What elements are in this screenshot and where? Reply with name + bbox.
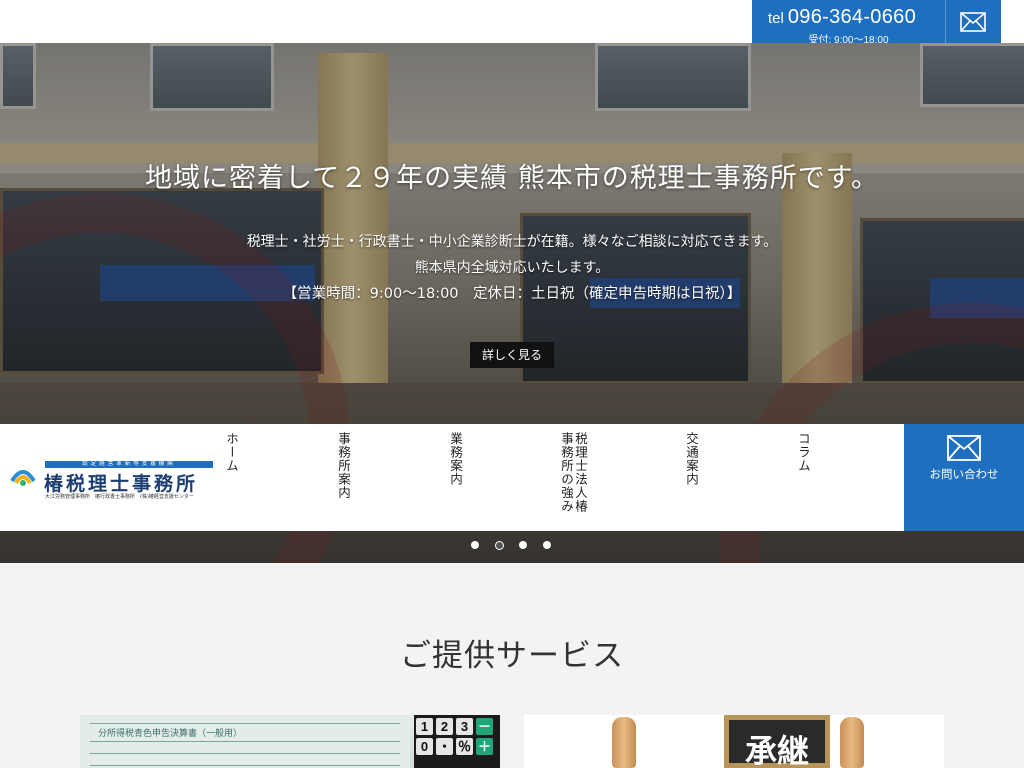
header-mail-button[interactable] [945, 0, 1001, 49]
service-card-succession[interactable]: 承継 [524, 715, 944, 768]
nav-item-access[interactable]: 交通案内 [684, 432, 699, 486]
services-heading: ご提供サービス [400, 638, 624, 674]
logo-mark-icon [10, 470, 36, 486]
calc-key: ＋ [476, 738, 493, 755]
calc-key: 1 [416, 718, 433, 735]
hero-text-line: 税理士・社労士・行政書士・中小企業診断士が在籍。様々なご相談に対応できます。 [246, 234, 778, 250]
main-nav: 認定経営革新等支援機関 椿税理士事務所 大江労務管理事務所 椿行政書士事務所 (… [0, 424, 1024, 531]
hero-title: 地域に密着して２９年の実績 熊本市の税理士事務所です。 [144, 163, 880, 194]
slider-dot[interactable] [519, 541, 527, 549]
calc-key: 2 [436, 718, 453, 735]
mail-icon [947, 435, 981, 461]
tax-form-image: 分所得税青色申告決算書（一般用） [80, 715, 410, 768]
service-card-tax-return[interactable]: 分所得税青色申告決算書（一般用） 1 2 3 － 0 ・ ％ ＋ [80, 715, 500, 768]
wooden-figure-image [612, 717, 636, 768]
calc-key: ・ [436, 738, 453, 755]
tel-number[interactable]: 096-364-0660 [788, 6, 916, 28]
form-rule [90, 753, 400, 754]
logo-subsidiaries: 大江労務管理事務所 椿行政書士事務所 (株)椿経営支援センター [45, 494, 194, 500]
logo-certification-band: 認定経営革新等支援機関 [45, 461, 213, 468]
form-rule [90, 741, 400, 742]
nav-item-office[interactable]: 事務所案内 [336, 432, 351, 500]
calculator-image: 1 2 3 － 0 ・ ％ ＋ [414, 715, 500, 768]
tel-contact-box[interactable]: tel 096-364-0660 受付: 9:00〜18:00 [752, 0, 945, 49]
nav-item-strengths[interactable]: 税理士法人椿事務所の強み [559, 432, 588, 518]
contact-button[interactable]: お問い合わせ [904, 424, 1024, 531]
slider-dot-active[interactable] [495, 541, 504, 550]
calc-key: ％ [456, 738, 473, 755]
hero-business-hours: 【営業時間：9:00～18:00 定休日：土日祝（確定申告時期は日祝）】 [282, 286, 742, 302]
calc-key: － [476, 718, 493, 735]
hero-text-line: 熊本県内全域対応いたします。 [414, 260, 610, 276]
details-button[interactable]: 詳しく見る [470, 342, 554, 368]
site-logo[interactable]: 認定経営革新等支援機関 椿税理士事務所 大江労務管理事務所 椿行政書士事務所 (… [8, 461, 213, 501]
chalkboard-image: 承継 [724, 715, 830, 768]
form-rule [90, 723, 400, 724]
logo-name: 椿税理士事務所 [44, 473, 199, 495]
tel-prefix: tel [768, 10, 784, 27]
nav-item-services[interactable]: 業務案内 [448, 432, 463, 486]
nav-item-home[interactable]: ホーム [224, 432, 239, 473]
chalkboard-text: 承継 [744, 732, 809, 768]
slider-dot[interactable] [543, 541, 551, 549]
slider-dot[interactable] [471, 541, 479, 549]
nav-item-column[interactable]: コラム [796, 432, 811, 473]
mail-icon [960, 12, 986, 32]
tel-line: tel 096-364-0660 [768, 6, 916, 29]
contact-label: お問い合わせ [929, 467, 999, 481]
calc-key: 0 [416, 738, 433, 755]
calc-key: 3 [456, 718, 473, 735]
form-rule [90, 765, 400, 766]
tax-form-heading: 分所得税青色申告決算書（一般用） [98, 729, 243, 739]
wooden-figure-image [840, 717, 864, 768]
